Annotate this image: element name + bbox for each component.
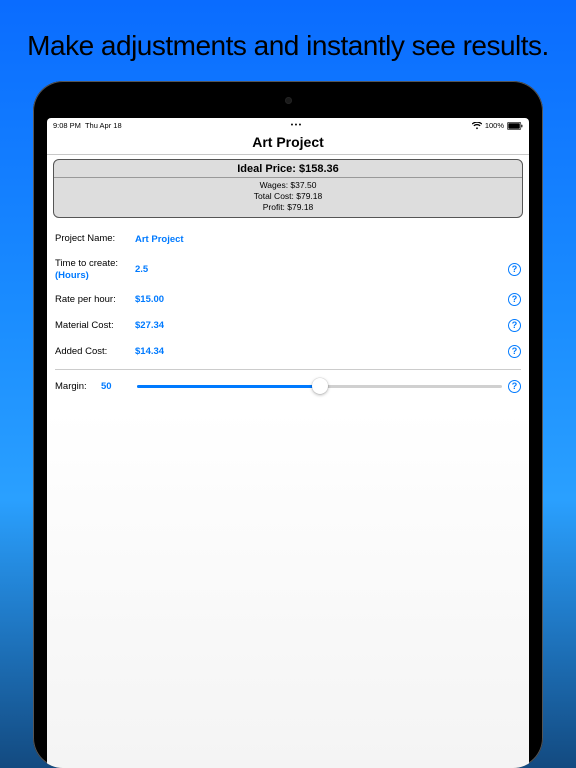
added-cost-label: Added Cost: (55, 346, 133, 357)
row-project-name: Project Name: Art Project (55, 226, 521, 252)
slider-fill (137, 385, 320, 388)
marketing-headline: Make adjustments and instantly see resul… (27, 28, 549, 63)
row-material-cost: Material Cost: $27.34 ? (55, 313, 521, 339)
divider (55, 369, 521, 370)
row-rate-per-hour: Rate per hour: $15.00 ? (55, 287, 521, 313)
status-date: Thu Apr 18 (85, 121, 122, 130)
status-time: 9:08 PM (53, 121, 81, 130)
row-time-to-create: Time to create: (Hours) 2.5 ? (55, 252, 521, 287)
status-bar: 9:08 PM Thu Apr 18 ••• 100% (47, 118, 529, 132)
margin-slider[interactable] (137, 385, 502, 388)
rate-label: Rate per hour: (55, 294, 133, 305)
help-icon[interactable]: ? (508, 293, 521, 306)
help-icon[interactable]: ? (508, 263, 521, 276)
battery-icon (507, 122, 523, 130)
margin-label: Margin: (55, 381, 95, 392)
margin-value: 50 (95, 381, 125, 392)
app-screen: 9:08 PM Thu Apr 18 ••• 100% Art Project … (47, 118, 529, 768)
page-title: Art Project (47, 132, 529, 155)
time-label-text: Time to create: (55, 258, 118, 269)
multitask-handle[interactable]: ••• (122, 122, 472, 129)
row-margin: Margin: 50 ? (55, 373, 521, 399)
wifi-icon (472, 122, 482, 130)
material-input[interactable]: $27.34 (133, 320, 164, 331)
device-camera (285, 97, 292, 104)
help-icon[interactable]: ? (508, 319, 521, 332)
rate-input[interactable]: $15.00 (133, 294, 164, 305)
row-added-cost: Added Cost: $14.34 ? (55, 339, 521, 365)
summary-panel: Ideal Price: $158.36 Wages: $37.50 Total… (53, 159, 523, 218)
time-label: Time to create: (Hours) (55, 258, 133, 281)
profit-line: Profit: $79.18 (54, 202, 522, 213)
help-icon[interactable]: ? (508, 345, 521, 358)
battery-percent: 100% (485, 121, 504, 130)
device-frame: 9:08 PM Thu Apr 18 ••• 100% Art Project … (33, 81, 543, 768)
form: Project Name: Art Project Time to create… (47, 222, 529, 403)
time-input[interactable]: 2.5 (133, 264, 148, 275)
project-name-label: Project Name: (55, 233, 133, 244)
project-name-input[interactable]: Art Project (133, 234, 184, 245)
time-unit-label: (Hours) (55, 270, 89, 281)
added-cost-input[interactable]: $14.34 (133, 346, 164, 357)
material-label: Material Cost: (55, 320, 133, 331)
wages-line: Wages: $37.50 (54, 180, 522, 191)
help-icon[interactable]: ? (508, 380, 521, 393)
slider-thumb[interactable] (312, 378, 328, 394)
total-cost-line: Total Cost: $79.18 (54, 191, 522, 202)
ideal-price-label: Ideal Price: $158.36 (54, 163, 522, 178)
